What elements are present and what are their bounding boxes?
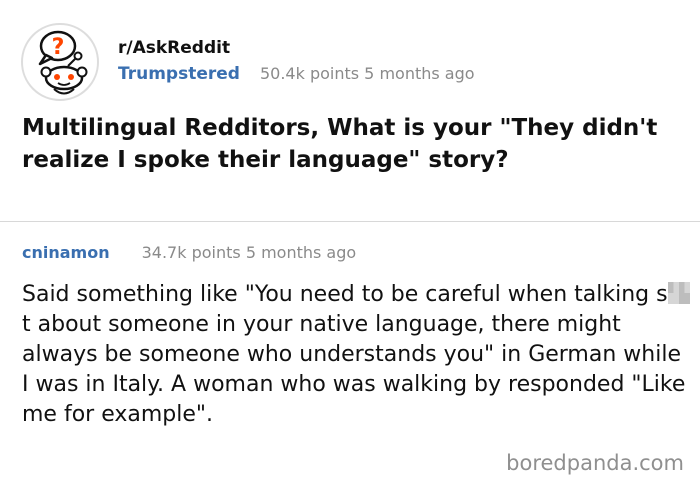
reddit-alien-question-icon: ?: [21, 23, 99, 101]
post-meta: Trumpstered 50.4k points 5 months ago: [118, 64, 475, 84]
comment-body: Said something like "You need to be care…: [22, 280, 690, 430]
svg-text:?: ?: [52, 35, 65, 60]
comment-author-link[interactable]: cninamon: [22, 243, 110, 262]
watermark: boredpanda.com: [506, 451, 684, 475]
comment-text-part-1: Said something like "You need to be care…: [22, 282, 668, 307]
post-author-link[interactable]: Trumpstered: [118, 64, 240, 84]
comment-text-part-2: t about someone in your native language,…: [22, 312, 686, 427]
subreddit-name[interactable]: r/AskReddit: [118, 38, 230, 58]
comment-points-time: 34.7k points 5 months ago: [141, 243, 357, 262]
post-card: ? r/AskReddit Trumpstered 50.4k points 5 …: [0, 0, 700, 222]
censor-pixel-icon: [667, 282, 690, 304]
post-points-time: 50.4k points 5 months ago: [259, 64, 475, 83]
post-title[interactable]: Multilingual Redditors, What is your "Th…: [22, 112, 682, 176]
comment-card: cninamon 34.7k points 5 months ago Said s…: [0, 222, 700, 493]
comment-meta: cninamon 34.7k points 5 months ago: [22, 243, 356, 262]
